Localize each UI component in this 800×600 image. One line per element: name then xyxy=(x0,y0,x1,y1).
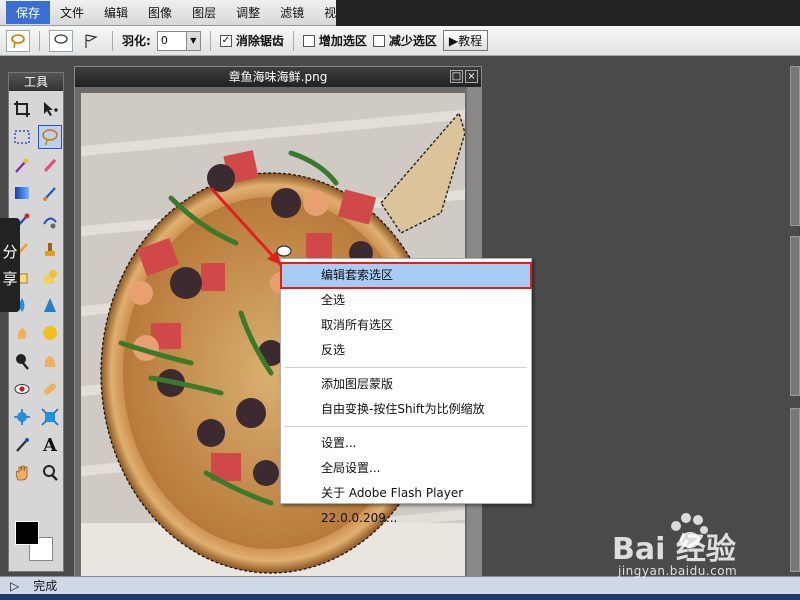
pencil-icon[interactable] xyxy=(38,153,62,177)
toolbar-divider xyxy=(112,30,113,51)
antialias-checkbox[interactable]: ✓ 消除锯齿 xyxy=(219,32,284,49)
maximize-icon[interactable]: □ xyxy=(450,70,463,83)
share-label-top: 分 xyxy=(2,243,18,261)
toolbar-divider xyxy=(292,30,294,51)
feather-select[interactable]: 0 ▼ xyxy=(156,30,201,51)
lasso-tool-option[interactable] xyxy=(6,29,30,52)
menu-edit[interactable]: 编辑 xyxy=(94,1,138,24)
subtract-selection-label: 减少选区 xyxy=(388,34,437,48)
menu-item-about-flash[interactable]: 关于 Adobe Flash Player 22.0.0.209... xyxy=(281,481,531,525)
share-label-bottom: 享 xyxy=(2,270,18,288)
text-tool-icon[interactable]: A xyxy=(38,433,62,457)
dodge-icon[interactable] xyxy=(10,349,34,373)
options-toolbar: 羽化: 0 ▼ ✓ 消除锯齿 增加选区 减少选区 ▶教程 xyxy=(0,26,800,56)
flag-icon xyxy=(85,33,98,48)
hand-tool-icon[interactable] xyxy=(10,461,34,485)
document-title: 章鱼海味海鲜.png xyxy=(228,70,328,84)
status-text: 完成 xyxy=(33,579,58,593)
bandage-icon[interactable] xyxy=(38,377,62,401)
polygon-lasso-icon xyxy=(54,33,68,44)
menu-image[interactable]: 图像 xyxy=(138,1,182,24)
zoom-tool-icon[interactable] xyxy=(38,461,62,485)
menu-item-select-all[interactable]: 全选 xyxy=(281,288,531,313)
lasso-tool-icon[interactable] xyxy=(38,125,62,149)
menu-item-free-transform[interactable]: 自由变换-按住Shift为比例缩放 xyxy=(281,397,531,422)
burn-hand-icon[interactable] xyxy=(38,349,62,373)
right-panel-history[interactable] xyxy=(790,236,800,396)
close-icon[interactable]: × xyxy=(465,70,478,83)
tools-panel: 工具 A xyxy=(8,72,64,572)
menu-separator xyxy=(285,426,527,427)
document-title-bar[interactable]: 章鱼海味海鲜.png □ × xyxy=(75,67,481,87)
baidu-watermark: Bai 经验 jingyan.baidu.com xyxy=(612,512,792,584)
menu-item-global-settings[interactable]: 全局设置... xyxy=(281,456,531,481)
feather-label: 羽化: xyxy=(122,34,151,48)
menu-bar: 保存 文件 编辑 图像 图层 调整 滤镜 视图 xyxy=(0,0,800,26)
sharpen-icon[interactable] xyxy=(38,293,62,317)
sponge-icon[interactable] xyxy=(38,321,62,345)
foreground-color-swatch[interactable] xyxy=(15,521,39,545)
watermark-brand: Bai 经验 xyxy=(612,532,736,567)
tutorial-button[interactable]: ▶教程 xyxy=(442,30,489,51)
color-swatches xyxy=(15,521,59,567)
antialias-label: 消除锯齿 xyxy=(235,34,284,48)
marquee-tool-icon[interactable] xyxy=(10,125,34,149)
lasso-icon xyxy=(11,33,25,48)
watermark-url: jingyan.baidu.com xyxy=(618,564,738,578)
subtract-selection-checkbox[interactable]: 减少选区 xyxy=(372,32,437,49)
gradient-tool-icon[interactable] xyxy=(10,181,34,205)
menu-item-settings[interactable]: 设置... xyxy=(281,431,531,456)
add-selection-checkbox[interactable]: 增加选区 xyxy=(302,32,367,49)
polygon-lasso-option[interactable] xyxy=(49,29,73,52)
menu-layer[interactable]: 图层 xyxy=(182,1,226,24)
tools-panel-title: 工具 xyxy=(9,73,63,91)
play-icon[interactable]: ▷ xyxy=(10,579,19,593)
menu-item-add-layer-mask[interactable]: 添加图层蒙版 xyxy=(281,372,531,397)
menu-item-deselect-all[interactable]: 取消所有选区 xyxy=(281,313,531,338)
menu-adjust[interactable]: 调整 xyxy=(226,1,270,24)
checkbox-empty-icon xyxy=(302,34,315,47)
toolbar-divider xyxy=(39,30,40,51)
feather-value: 0 xyxy=(160,34,168,47)
shape-tool-icon[interactable] xyxy=(38,265,62,289)
chevron-down-icon: ▼ xyxy=(185,31,200,50)
menu-filter[interactable]: 滤镜 xyxy=(270,1,314,24)
right-panel-layers[interactable] xyxy=(790,66,800,226)
menu-item-invert-selection[interactable]: 反选 xyxy=(281,338,531,363)
share-tab[interactable]: 分 享 xyxy=(0,218,20,312)
move-tool-icon[interactable] xyxy=(38,97,62,121)
healing-icon[interactable] xyxy=(38,209,62,233)
menu-item-edit-lasso-selection[interactable]: 编辑套索选区 xyxy=(280,262,532,289)
crop-tool-icon[interactable] xyxy=(10,97,34,121)
menu-separator xyxy=(285,367,527,368)
toolbar-divider xyxy=(209,30,211,51)
taskbar xyxy=(0,594,800,600)
menu-file[interactable]: 文件 xyxy=(50,1,94,24)
add-selection-label: 增加选区 xyxy=(318,34,367,48)
magic-wand-icon[interactable] xyxy=(10,153,34,177)
checkbox-empty-icon xyxy=(372,34,385,47)
menu-bar-dark-area xyxy=(336,0,800,26)
checkmark-icon: ✓ xyxy=(219,34,232,47)
stamp-icon[interactable] xyxy=(38,237,62,261)
red-eye-icon[interactable] xyxy=(10,377,34,401)
brush-icon[interactable] xyxy=(38,181,62,205)
menu-save[interactable]: 保存 xyxy=(6,1,51,24)
pinch-icon[interactable] xyxy=(38,405,62,429)
magnetic-lasso-option[interactable] xyxy=(79,30,103,52)
smudge-icon[interactable] xyxy=(10,321,34,345)
eyedropper-icon[interactable] xyxy=(10,433,34,457)
bloat-icon[interactable] xyxy=(10,405,34,429)
context-menu: 编辑套索选区 全选 取消所有选区 反选 添加图层蒙版 自由变换-按住Shift为… xyxy=(280,258,532,525)
